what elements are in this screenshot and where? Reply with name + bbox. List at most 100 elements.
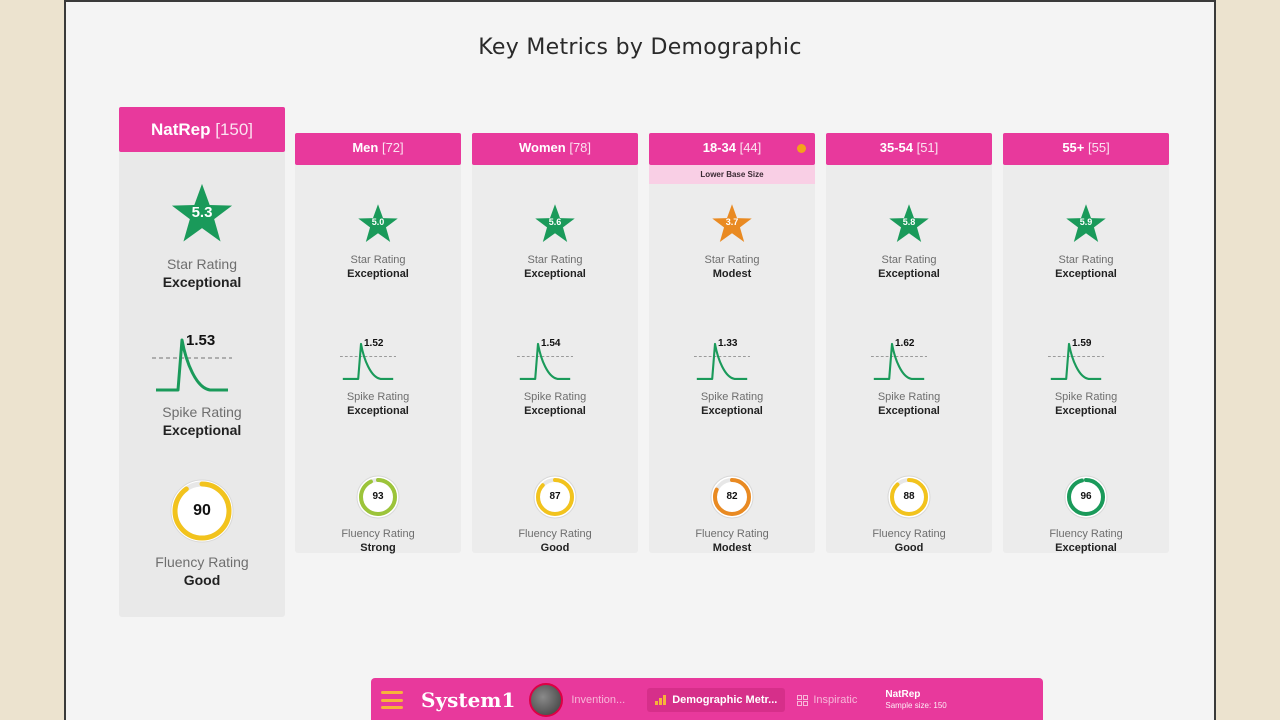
star-rating-text: Star Rating Exceptional (472, 253, 638, 281)
column-header[interactable]: NatRep [150] (119, 107, 285, 152)
star-rating-value: Exceptional (347, 268, 409, 280)
star-rating-block: 5.8 (826, 203, 992, 245)
demographic-column-18-34: 18-34 [44] Lower Base Size 3.7 Star Rati… (649, 133, 815, 555)
fluency-label: Fluency Rating (695, 528, 769, 540)
spike-value: 1.62 (895, 338, 915, 349)
spike-label: Spike Rating (1054, 391, 1118, 403)
star-value: 5.3 (191, 204, 213, 221)
star-icon: 5.8 (888, 203, 930, 245)
star-value: 3.7 (725, 217, 739, 227)
fluency-value: 90 (193, 502, 211, 519)
star-rating-block: 5.3 (119, 182, 285, 246)
spike-rating-text: Spike Rating Exceptional (649, 390, 815, 418)
nav-item-demographic-metrics[interactable]: Demographic Metr... (647, 688, 786, 712)
column-sample-count: [55] (1088, 140, 1110, 155)
column-name: 18-34 (702, 140, 736, 155)
star-rating-value: Modest (712, 268, 752, 280)
fluency-label: Fluency Rating (155, 554, 249, 570)
star-icon: 3.7 (711, 203, 753, 245)
report-frame: Key Metrics by Demographic NatRep [150] … (64, 0, 1216, 720)
star-label: Star Rating (527, 254, 583, 266)
star-rating-value: Exceptional (878, 268, 940, 280)
column-name: 35-54 (879, 140, 913, 155)
column-header[interactable]: Men [72] (295, 133, 461, 165)
fluency-value: 93 (372, 491, 384, 502)
fluency-rating-text: Fluency Rating Good (119, 553, 285, 589)
fluency-rating-text: Fluency Rating Good (472, 527, 638, 555)
nav-item-invention[interactable]: Invention... (571, 694, 625, 706)
spike-rating-value: Exceptional (162, 422, 242, 438)
fluency-label: Fluency Rating (1049, 528, 1123, 540)
star-value: 5.9 (1079, 217, 1093, 227)
star-rating-block: 5.0 (295, 203, 461, 245)
column-name: Women (518, 140, 566, 155)
star-rating-block: 5.9 (1003, 203, 1169, 245)
star-label: Star Rating (881, 254, 937, 266)
spike-rating-block: 1.52 (295, 338, 461, 382)
star-rating-value: Exceptional (524, 268, 586, 280)
spike-rating-text: Spike Rating Exceptional (472, 390, 638, 418)
star-rating-value: Exceptional (1055, 268, 1117, 280)
column-header[interactable]: 35-54 [51] (826, 133, 992, 165)
lower-base-banner: Lower Base Size (649, 165, 815, 184)
column-name: NatRep (150, 120, 211, 139)
column-header[interactable]: 18-34 [44] (649, 133, 815, 165)
fluency-rating-block: 88 (826, 475, 992, 519)
spike-label: Spike Rating (162, 404, 242, 420)
star-label: Star Rating (166, 256, 238, 272)
ad-thumbnail[interactable] (529, 683, 564, 717)
star-label: Star Rating (1058, 254, 1114, 266)
fluency-value: 96 (1080, 491, 1092, 502)
spike-label: Spike Rating (700, 391, 764, 403)
column-sample-count: [72] (381, 140, 404, 155)
fluency-rating-value: Exceptional (1055, 542, 1117, 554)
fluency-rating-text: Fluency Rating Modest (649, 527, 815, 555)
spike-rating-text: Spike Rating Exceptional (826, 390, 992, 418)
nav-item-label: Demographic Metr... (672, 694, 778, 706)
spike-rating-value: Exceptional (347, 405, 409, 417)
star-rating-text: Star Rating Exceptional (119, 255, 285, 291)
demographic-column-35-54: 35-54 [51] 5.8 Star Rating Exceptional 1… (826, 133, 992, 554)
spike-rating-block: 1.33 (649, 338, 815, 382)
star-icon: 5.3 (170, 182, 234, 246)
sample-info[interactable]: NatRep Sample size: 150 (885, 689, 946, 711)
star-icon: 5.6 (534, 203, 576, 245)
star-label: Star Rating (704, 254, 760, 266)
star-rating-value: Exceptional (162, 274, 242, 290)
column-header[interactable]: 55+ [55] (1003, 133, 1169, 165)
spike-rating-block: 1.62 (826, 338, 992, 382)
menu-icon[interactable] (381, 691, 403, 709)
column-header[interactable]: Women [78] (472, 133, 638, 165)
fluency-value: 88 (903, 491, 915, 502)
spike-rating-value: Exceptional (701, 405, 763, 417)
fluency-rating-value: Good (540, 542, 570, 554)
fluency-rating-block: 93 (295, 475, 461, 519)
column-name: 55+ (1062, 140, 1085, 155)
star-value: 5.6 (548, 217, 562, 227)
demographic-column-55+: 55+ [55] 5.9 Star Rating Exceptional 1.5… (1003, 133, 1169, 555)
star-rating-block: 3.7 (649, 203, 815, 245)
warning-dot-icon (797, 144, 806, 153)
fluency-rating-block: 90 (119, 479, 285, 543)
star-rating-text: Star Rating Modest (649, 253, 815, 281)
spike-value: 1.52 (364, 338, 384, 349)
spike-rating-text: Spike Rating Exceptional (1003, 390, 1169, 418)
fluency-rating-value: Modest (712, 542, 752, 554)
fluency-label: Fluency Rating (872, 528, 946, 540)
fluency-rating-value: Good (183, 572, 221, 588)
demographic-column-men: Men [72] 5.0 Star Rating Exceptional 1.5… (295, 133, 461, 554)
spike-rating-text: Spike Rating Exceptional (295, 390, 461, 418)
spike-value: 1.33 (718, 338, 738, 349)
page-title: Key Metrics by Demographic (478, 35, 802, 60)
bar-chart-icon (655, 695, 667, 705)
fluency-rating-text: Fluency Rating Exceptional (1003, 527, 1169, 555)
fluency-value: 87 (549, 491, 561, 502)
fluency-rating-block: 96 (1003, 475, 1169, 519)
star-rating-text: Star Rating Exceptional (826, 253, 992, 281)
star-rating-block: 5.6 (472, 203, 638, 245)
spike-label: Spike Rating (523, 391, 587, 403)
star-rating-text: Star Rating Exceptional (295, 253, 461, 281)
fluency-rating-block: 87 (472, 475, 638, 519)
column-sample-count: [150] (215, 120, 254, 139)
nav-item-inspiration[interactable]: Inspiratic (797, 694, 857, 706)
